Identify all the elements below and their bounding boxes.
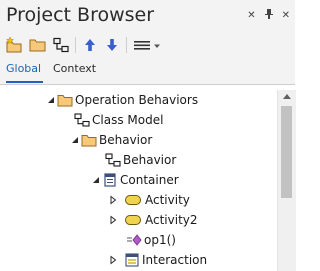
tree-item-label: Activity	[145, 193, 190, 207]
project-tree: Operation Behaviors Class Model Behavior	[0, 90, 277, 271]
move-down-icon[interactable]	[102, 35, 122, 55]
tree-item-container[interactable]: Container	[90, 170, 179, 190]
expanded-triangle-icon[interactable]	[90, 174, 102, 186]
scroll-up-arrow-icon[interactable]	[283, 94, 291, 99]
title-bar: Project Browser ✕ ✕	[0, 0, 295, 32]
window-title: Project Browser	[6, 4, 155, 26]
toolbar-separator	[75, 37, 76, 53]
expanded-triangle-icon[interactable]	[69, 134, 81, 146]
tree-item-label: Operation Behaviors	[75, 93, 199, 107]
tree-item-label: Container	[120, 173, 179, 187]
scrollbar-thumb[interactable]	[281, 106, 292, 198]
tree-item-label: op1()	[144, 233, 176, 247]
tree-item-behavior-diagram[interactable]: Behavior	[105, 150, 176, 170]
pin-icon[interactable]	[264, 9, 273, 23]
collapsed-triangle-icon[interactable]	[107, 214, 119, 226]
new-package-icon[interactable]	[4, 35, 24, 55]
active-tab-indicator	[6, 81, 43, 83]
tree-item-op1[interactable]: op1()	[126, 230, 176, 250]
tree-item-label: Class Model	[92, 113, 164, 127]
diagram-icon	[74, 113, 90, 127]
menu-icon[interactable]	[132, 35, 162, 55]
tab-context[interactable]: Context	[53, 62, 96, 76]
tree-item-label: Behavior	[123, 153, 177, 167]
folder-icon	[57, 93, 73, 107]
open-folder-icon[interactable]	[28, 35, 48, 55]
tree-item-class-model[interactable]: Class Model	[74, 110, 163, 130]
tree-item-label: Behavior	[99, 133, 153, 147]
folder-icon	[81, 133, 97, 147]
tree-item-label: Interaction	[142, 253, 208, 267]
tab-global[interactable]: Global	[6, 62, 41, 76]
tab-bar: Global Context	[0, 58, 295, 85]
collapsed-triangle-icon[interactable]	[107, 194, 119, 206]
close-icon[interactable]: ✕	[247, 10, 255, 22]
window-controls: ✕ ✕	[247, 9, 290, 23]
vertical-scrollbar[interactable]	[277, 90, 296, 271]
move-up-icon[interactable]	[80, 35, 100, 55]
tree-item-activity[interactable]: Activity	[107, 190, 190, 210]
tree-item-activity2[interactable]: Activity2	[107, 210, 198, 230]
close-window-icon[interactable]: ✕	[282, 10, 290, 22]
toolbar	[0, 32, 295, 58]
new-diagram-icon[interactable]	[51, 35, 71, 55]
tree-item-operation-behaviors[interactable]: Operation Behaviors	[45, 90, 198, 110]
expanded-triangle-icon[interactable]	[45, 94, 57, 106]
collapsed-triangle-icon[interactable]	[107, 254, 119, 266]
interaction-icon	[124, 253, 140, 267]
class-icon	[102, 173, 118, 187]
operation-icon	[126, 233, 142, 247]
tree-item-label: Activity2	[145, 213, 198, 227]
tree-item-behavior-package[interactable]: Behavior	[69, 130, 152, 150]
toolbar-separator	[126, 37, 127, 53]
activity-icon	[123, 213, 143, 227]
activity-icon	[123, 193, 143, 207]
project-browser-panel: Project Browser ✕ ✕ Global Context Opera…	[0, 0, 296, 271]
tree-item-interaction[interactable]: Interaction	[107, 250, 207, 270]
diagram-icon	[105, 153, 121, 167]
